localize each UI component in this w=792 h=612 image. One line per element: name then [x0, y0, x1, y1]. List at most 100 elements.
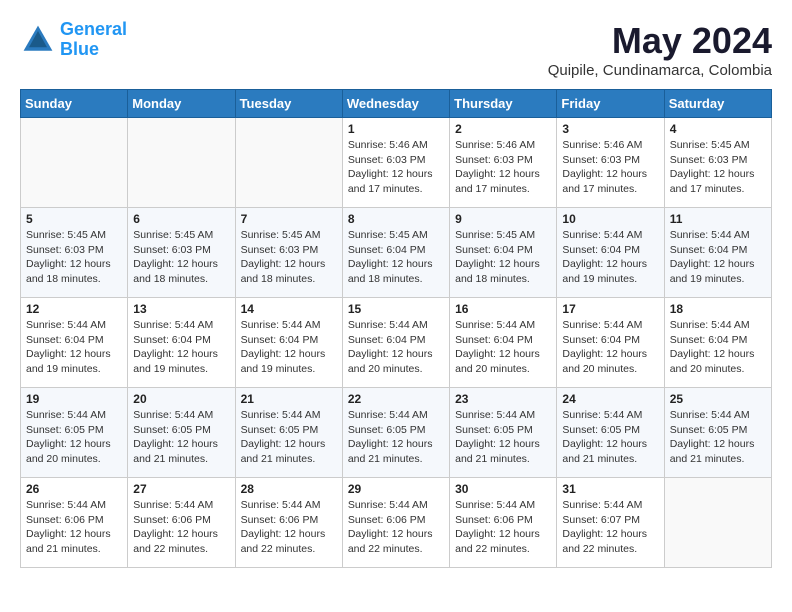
month-title: May 2024	[548, 20, 772, 62]
day-info: Sunrise: 5:44 AM Sunset: 6:04 PM Dayligh…	[670, 318, 766, 377]
calendar-cell: 11Sunrise: 5:44 AM Sunset: 6:04 PM Dayli…	[664, 208, 771, 298]
day-number: 21	[241, 392, 337, 406]
day-info: Sunrise: 5:44 AM Sunset: 6:04 PM Dayligh…	[562, 228, 658, 287]
day-info: Sunrise: 5:44 AM Sunset: 6:06 PM Dayligh…	[348, 498, 444, 557]
day-number: 1	[348, 122, 444, 136]
day-number: 8	[348, 212, 444, 226]
calendar-week-5: 26 Sunrise: 5:44 AM Sunset: 6:06 PM Dayli…	[21, 478, 772, 568]
calendar-cell: 30 Sunrise: 5:44 AM Sunset: 6:06 PM Dayli…	[450, 478, 557, 568]
calendar-cell: 24 Sunrise: 5:44 AM Sunset: 6:05 PM Dayli…	[557, 388, 664, 478]
day-number: 18	[670, 302, 766, 316]
day-info: Sunrise: 5:44 AM Sunset: 6:06 PM Dayligh…	[241, 498, 337, 557]
calendar-cell: 16Sunrise: 5:44 AM Sunset: 6:04 PM Dayli…	[450, 298, 557, 388]
calendar-cell: 31 Sunrise: 5:44 AM Sunset: 6:07 PM Dayli…	[557, 478, 664, 568]
calendar-cell: 28 Sunrise: 5:44 AM Sunset: 6:06 PM Dayli…	[235, 478, 342, 568]
calendar-cell: 25 Sunrise: 5:44 AM Sunset: 6:05 PM Dayli…	[664, 388, 771, 478]
calendar-week-3: 12 Sunrise: 5:44 AM Sunset: 6:04 PM Dayli…	[21, 298, 772, 388]
day-info: Sunrise: 5:44 AM Sunset: 6:05 PM Dayligh…	[26, 408, 122, 467]
day-number: 26	[26, 482, 122, 496]
calendar-cell: 27Sunrise: 5:44 AM Sunset: 6:06 PM Dayli…	[128, 478, 235, 568]
day-info: Sunrise: 5:44 AM Sunset: 6:04 PM Dayligh…	[241, 318, 337, 377]
title-block: May 2024 Quipile, Cundinamarca, Colombia	[548, 20, 772, 79]
day-info: Sunrise: 5:44 AM Sunset: 6:04 PM Dayligh…	[562, 318, 658, 377]
calendar-cell: 5Sunrise: 5:45 AM Sunset: 6:03 PM Daylig…	[21, 208, 128, 298]
day-number: 31	[562, 482, 658, 496]
column-header-sunday: Sunday	[21, 90, 128, 118]
day-info: Sunrise: 5:44 AM Sunset: 6:06 PM Dayligh…	[26, 498, 122, 557]
day-number: 25	[670, 392, 766, 406]
calendar-cell: 9 Sunrise: 5:45 AM Sunset: 6:04 PM Daylig…	[450, 208, 557, 298]
day-info: Sunrise: 5:45 AM Sunset: 6:03 PM Dayligh…	[670, 138, 766, 197]
calendar-cell: 26 Sunrise: 5:44 AM Sunset: 6:06 PM Dayli…	[21, 478, 128, 568]
day-info: Sunrise: 5:44 AM Sunset: 6:05 PM Dayligh…	[670, 408, 766, 467]
day-number: 19	[26, 392, 122, 406]
day-info: Sunrise: 5:45 AM Sunset: 6:04 PM Dayligh…	[455, 228, 551, 287]
calendar-cell: 23Sunrise: 5:44 AM Sunset: 6:05 PM Dayli…	[450, 388, 557, 478]
calendar-cell	[664, 478, 771, 568]
day-number: 14	[241, 302, 337, 316]
day-number: 6	[133, 212, 229, 226]
calendar-week-4: 19 Sunrise: 5:44 AM Sunset: 6:05 PM Dayli…	[21, 388, 772, 478]
calendar-cell: 22Sunrise: 5:44 AM Sunset: 6:05 PM Dayli…	[342, 388, 449, 478]
calendar-cell: 12 Sunrise: 5:44 AM Sunset: 6:04 PM Dayli…	[21, 298, 128, 388]
day-number: 9	[455, 212, 551, 226]
column-header-wednesday: Wednesday	[342, 90, 449, 118]
calendar-cell: 10 Sunrise: 5:44 AM Sunset: 6:04 PM Dayli…	[557, 208, 664, 298]
logo-icon	[20, 22, 56, 58]
day-number: 15	[348, 302, 444, 316]
day-number: 11	[670, 212, 766, 226]
column-header-friday: Friday	[557, 90, 664, 118]
day-number: 7	[241, 212, 337, 226]
day-info: Sunrise: 5:46 AM Sunset: 6:03 PM Dayligh…	[562, 138, 658, 197]
calendar-cell: 3 Sunrise: 5:46 AM Sunset: 6:03 PM Daylig…	[557, 118, 664, 208]
day-info: Sunrise: 5:44 AM Sunset: 6:07 PM Dayligh…	[562, 498, 658, 557]
calendar-week-2: 5 Sunrise: 5:45 AM Sunset: 6:03 PM Daylig…	[21, 208, 772, 298]
calendar-body: 1 Sunrise: 5:46 AM Sunset: 6:03 PM Daylig…	[21, 118, 772, 568]
day-info: Sunrise: 5:44 AM Sunset: 6:04 PM Dayligh…	[133, 318, 229, 377]
column-header-monday: Monday	[128, 90, 235, 118]
day-number: 30	[455, 482, 551, 496]
day-info: Sunrise: 5:46 AM Sunset: 6:03 PM Dayligh…	[455, 138, 551, 197]
day-number: 5	[26, 212, 122, 226]
day-number: 20	[133, 392, 229, 406]
day-number: 28	[241, 482, 337, 496]
calendar-cell: 20 Sunrise: 5:44 AM Sunset: 6:05 PM Dayli…	[128, 388, 235, 478]
day-info: Sunrise: 5:44 AM Sunset: 6:04 PM Dayligh…	[455, 318, 551, 377]
calendar-cell: 17 Sunrise: 5:44 AM Sunset: 6:04 PM Dayli…	[557, 298, 664, 388]
day-info: Sunrise: 5:45 AM Sunset: 6:03 PM Dayligh…	[241, 228, 337, 287]
column-header-thursday: Thursday	[450, 90, 557, 118]
day-number: 2	[455, 122, 551, 136]
column-header-tuesday: Tuesday	[235, 90, 342, 118]
column-header-saturday: Saturday	[664, 90, 771, 118]
calendar-cell: 4 Sunrise: 5:45 AM Sunset: 6:03 PM Daylig…	[664, 118, 771, 208]
day-number: 13	[133, 302, 229, 316]
day-info: Sunrise: 5:44 AM Sunset: 6:04 PM Dayligh…	[26, 318, 122, 377]
day-number: 27	[133, 482, 229, 496]
calendar-cell	[21, 118, 128, 208]
day-info: Sunrise: 5:44 AM Sunset: 6:05 PM Dayligh…	[562, 408, 658, 467]
calendar-cell: 18 Sunrise: 5:44 AM Sunset: 6:04 PM Dayli…	[664, 298, 771, 388]
calendar-table: SundayMondayTuesdayWednesdayThursdayFrid…	[20, 89, 772, 568]
day-number: 12	[26, 302, 122, 316]
calendar-cell: 1Sunrise: 5:46 AM Sunset: 6:03 PM Daylig…	[342, 118, 449, 208]
day-number: 17	[562, 302, 658, 316]
calendar-cell	[235, 118, 342, 208]
day-info: Sunrise: 5:45 AM Sunset: 6:03 PM Dayligh…	[133, 228, 229, 287]
day-number: 3	[562, 122, 658, 136]
location: Quipile, Cundinamarca, Colombia	[548, 62, 772, 79]
page-header: General Blue May 2024 Quipile, Cundinama…	[20, 20, 772, 79]
day-number: 10	[562, 212, 658, 226]
day-info: Sunrise: 5:45 AM Sunset: 6:04 PM Dayligh…	[348, 228, 444, 287]
day-info: Sunrise: 5:44 AM Sunset: 6:05 PM Dayligh…	[348, 408, 444, 467]
calendar-cell: 7 Sunrise: 5:45 AM Sunset: 6:03 PM Daylig…	[235, 208, 342, 298]
day-info: Sunrise: 5:44 AM Sunset: 6:05 PM Dayligh…	[133, 408, 229, 467]
calendar-cell: 2 Sunrise: 5:46 AM Sunset: 6:03 PM Daylig…	[450, 118, 557, 208]
calendar-cell: 8 Sunrise: 5:45 AM Sunset: 6:04 PM Daylig…	[342, 208, 449, 298]
day-number: 23	[455, 392, 551, 406]
day-info: Sunrise: 5:44 AM Sunset: 6:06 PM Dayligh…	[455, 498, 551, 557]
day-number: 29	[348, 482, 444, 496]
day-number: 4	[670, 122, 766, 136]
calendar-cell: 6 Sunrise: 5:45 AM Sunset: 6:03 PM Daylig…	[128, 208, 235, 298]
day-number: 24	[562, 392, 658, 406]
logo-text: General Blue	[60, 20, 127, 60]
